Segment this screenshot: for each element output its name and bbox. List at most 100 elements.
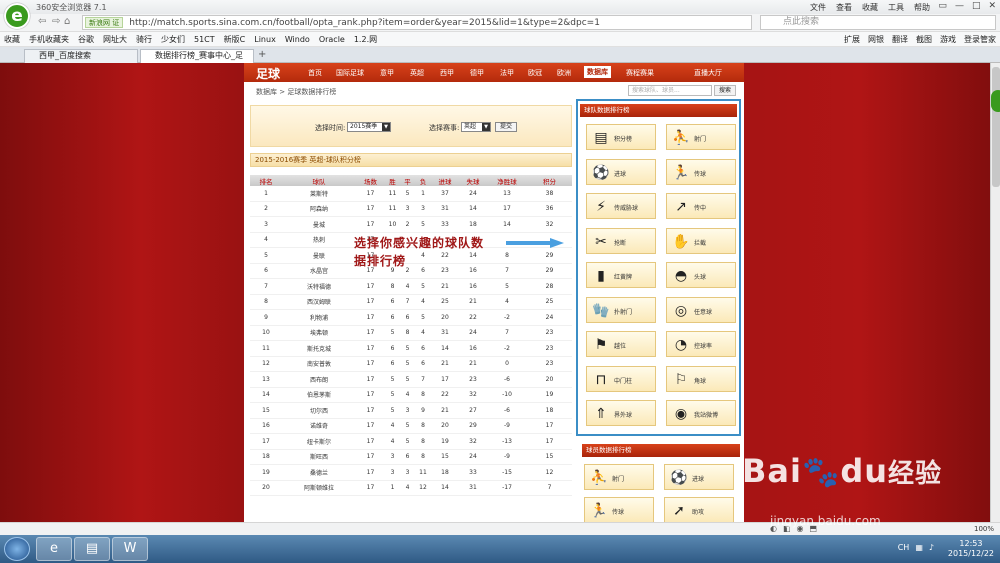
team-name[interactable]: 水晶宫 bbox=[282, 266, 356, 275]
bookmark-windows[interactable]: Windo bbox=[285, 35, 310, 44]
rank-item[interactable]: ◓ 头球 bbox=[666, 262, 736, 288]
rank-item[interactable]: ⚽ 进球 bbox=[586, 158, 656, 185]
team-name[interactable]: 斯旺西 bbox=[282, 452, 356, 461]
nav-premier-league[interactable]: 英超 bbox=[410, 68, 424, 78]
tab-data-rank[interactable]: 数据排行榜_赛事中心_足 bbox=[140, 49, 254, 63]
bookmark-12[interactable]: 1.2.网 bbox=[354, 34, 377, 45]
rank-item[interactable]: ⚡ 传威胁球 bbox=[586, 193, 656, 219]
tab-baidu-search[interactable]: 西甲_百度搜索 bbox=[24, 49, 138, 63]
bookmark-51ct[interactable]: 51CT bbox=[194, 35, 215, 44]
nav-database[interactable]: 数据库 bbox=[584, 66, 611, 78]
menu-help[interactable]: 帮助 bbox=[914, 2, 930, 13]
rank-item[interactable]: ✂ 抢断 bbox=[586, 227, 656, 254]
bookmark-newc[interactable]: 新版C bbox=[224, 34, 246, 45]
site-logo[interactable]: 足球 bbox=[256, 65, 280, 82]
minimize-icon[interactable]: ▭ bbox=[938, 1, 947, 11]
translate-button[interactable]: 翻译 bbox=[892, 34, 908, 45]
rank-item[interactable]: ✋ 拦截 bbox=[666, 227, 736, 254]
site-search-input[interactable]: 搜索球队、球员... bbox=[628, 85, 712, 96]
minimize-button-icon[interactable]: — bbox=[955, 1, 964, 11]
home-icon[interactable]: ⌂ bbox=[64, 16, 70, 27]
close-icon[interactable]: ✕ bbox=[988, 1, 996, 11]
ime-indicator[interactable]: CH bbox=[898, 543, 910, 552]
rank-item[interactable]: ⛹ 射门 bbox=[584, 464, 654, 490]
volume-icon[interactable]: ♪ bbox=[929, 543, 934, 552]
rank-item[interactable]: ▤ 积分榜 bbox=[586, 124, 656, 150]
bookmark-favorites[interactable]: 收藏 bbox=[4, 34, 20, 45]
rank-item[interactable]: ⚑ 越位 bbox=[586, 331, 656, 357]
bookmark-mobile[interactable]: 手机收藏夹 bbox=[29, 34, 69, 45]
nav-home[interactable]: 首页 bbox=[308, 68, 322, 78]
rank-item[interactable]: 🏃 传球 bbox=[584, 497, 654, 522]
bookmark-google[interactable]: 谷歌 bbox=[78, 34, 94, 45]
team-name[interactable]: 南安普敦 bbox=[282, 359, 356, 368]
start-button-icon[interactable] bbox=[4, 537, 30, 561]
browser-search-input[interactable]: 点此搜索 bbox=[760, 15, 996, 30]
nav-europe[interactable]: 欧洲 bbox=[557, 68, 571, 78]
team-name[interactable]: 阿斯顿维拉 bbox=[282, 483, 356, 492]
url-text[interactable]: http://match.sports.sina.com.cn/football… bbox=[129, 18, 600, 28]
team-name[interactable]: 西汉姆联 bbox=[282, 297, 356, 306]
taskbar-browser-icon[interactable]: e bbox=[36, 537, 72, 561]
team-name[interactable]: 斯托克城 bbox=[282, 344, 356, 353]
nav-la-liga[interactable]: 西甲 bbox=[440, 68, 454, 78]
team-name[interactable]: 阿森纳 bbox=[282, 204, 356, 213]
nav-intl-football[interactable]: 国际足球 bbox=[336, 68, 364, 78]
extensions-button[interactable]: 扩展 bbox=[844, 34, 860, 45]
security-badge[interactable]: 新浪网 证 bbox=[85, 17, 124, 28]
side-float-icon[interactable] bbox=[991, 90, 1000, 112]
rank-item[interactable]: ▮ 红黄牌 bbox=[586, 262, 656, 288]
nav-bundesliga[interactable]: 德甲 bbox=[470, 68, 484, 78]
system-clock[interactable]: 12:53 2015/12/22 bbox=[948, 539, 994, 559]
bookmark-linux[interactable]: Linux bbox=[254, 35, 276, 44]
rank-item[interactable]: ◎ 任意球 bbox=[666, 296, 736, 323]
rank-item[interactable]: ➚ 助攻 bbox=[664, 497, 734, 522]
submit-button[interactable]: 提交 bbox=[495, 122, 517, 132]
rank-item[interactable]: ↗ 传中 bbox=[666, 193, 736, 219]
team-name[interactable]: 纽卡斯尔 bbox=[282, 437, 356, 446]
rank-item[interactable]: ⇑ 界外球 bbox=[586, 400, 656, 426]
team-name[interactable]: 利物浦 bbox=[282, 313, 356, 322]
nav-ligue-1[interactable]: 法甲 bbox=[500, 68, 514, 78]
url-field[interactable]: 新浪网 证 http://match.sports.sina.com.cn/fo… bbox=[82, 15, 752, 30]
team-name[interactable]: 伯恩茅斯 bbox=[282, 390, 356, 399]
rank-item[interactable]: ⚐ 角球 bbox=[666, 365, 736, 392]
team-name[interactable]: 莱斯特 bbox=[282, 189, 356, 198]
rank-item[interactable]: ◔ 控球率 bbox=[666, 331, 736, 357]
bookmark-girls[interactable]: 少女们 bbox=[161, 34, 185, 45]
rank-item[interactable]: 🧤 扑射门 bbox=[586, 296, 656, 323]
bookmark-sites[interactable]: 网址大 bbox=[103, 34, 127, 45]
login-manager-button[interactable]: 登录管家 bbox=[964, 34, 996, 45]
team-name[interactable]: 桑德兰 bbox=[282, 468, 356, 477]
team-name[interactable]: 埃弗顿 bbox=[282, 328, 356, 337]
nav-serie-a[interactable]: 意甲 bbox=[380, 68, 394, 78]
menu-favorites[interactable]: 收藏 bbox=[862, 2, 878, 13]
screenshot-button[interactable]: 截图 bbox=[916, 34, 932, 45]
nav-ucl[interactable]: 欧冠 bbox=[528, 68, 542, 78]
bookmark-cycling[interactable]: 骑行 bbox=[136, 34, 152, 45]
zoom-level[interactable]: 100% bbox=[974, 525, 994, 533]
team-name[interactable]: 切尔西 bbox=[282, 406, 356, 415]
bookmark-oracle[interactable]: Oracle bbox=[319, 35, 345, 44]
rank-item[interactable]: ⊓ 中门柱 bbox=[586, 365, 656, 392]
games-button[interactable]: 游戏 bbox=[940, 34, 956, 45]
menu-view[interactable]: 查看 bbox=[836, 2, 852, 13]
team-name[interactable]: 曼联 bbox=[282, 251, 356, 260]
season-select[interactable]: 2015赛季 bbox=[347, 122, 391, 132]
browser-logo-icon[interactable]: e bbox=[4, 3, 30, 29]
site-search-button[interactable]: 搜索 bbox=[714, 85, 736, 96]
team-name[interactable]: 曼城 bbox=[282, 220, 356, 229]
team-name[interactable]: 诺维奇 bbox=[282, 421, 356, 430]
page-scrollbar[interactable] bbox=[990, 63, 1000, 522]
rank-item[interactable]: ⚽ 进球 bbox=[664, 464, 734, 490]
scroll-thumb[interactable] bbox=[992, 67, 1000, 187]
new-tab-icon[interactable]: + bbox=[258, 49, 266, 60]
menu-tools[interactable]: 工具 bbox=[888, 2, 904, 13]
network-icon[interactable]: ▦ bbox=[915, 543, 923, 552]
team-name[interactable]: 沃特福德 bbox=[282, 282, 356, 291]
team-name[interactable]: 热刺 bbox=[282, 235, 356, 244]
nav-schedule[interactable]: 赛程赛果 bbox=[626, 68, 654, 78]
back-icon[interactable]: ⇦ bbox=[38, 16, 46, 27]
bank-button[interactable]: 网银 bbox=[868, 34, 884, 45]
team-name[interactable]: 西布朗 bbox=[282, 375, 356, 384]
